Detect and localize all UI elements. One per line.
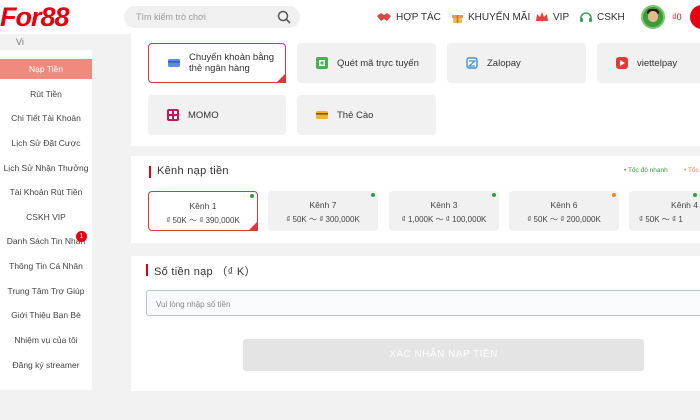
method-viettelpay[interactable]: viettelpay	[597, 43, 700, 83]
channel-name: Kênh 1	[189, 201, 217, 211]
account-sidebar: Nạp Tiền Rút Tiền Chi Tiết Tài Khoản Lịc…	[0, 50, 92, 390]
sidebar-item-deposit[interactable]: Nạp Tiền	[0, 59, 92, 79]
method-label: Quét mã trực tuyến	[337, 57, 419, 69]
sidebar-item-vip-support[interactable]: CSKH VIP	[0, 207, 92, 227]
confirm-deposit-button[interactable]: XÁC NHẬN NẠP TIỀN	[243, 339, 644, 371]
gift-icon	[452, 14, 463, 23]
method-label: MOMO	[188, 109, 219, 121]
channels-title: Kênh nạp tiền	[157, 165, 229, 177]
nav-partner-label: HỢP TÁC	[396, 11, 441, 23]
method-momo[interactable]: MOMO	[148, 95, 286, 135]
speed-dot	[612, 193, 616, 197]
nav-vip[interactable]: VIP	[535, 9, 569, 25]
sidebar-item-withdraw[interactable]: Rút Tiền	[0, 84, 92, 104]
speed-dot	[492, 193, 496, 197]
nav-support-label: CSKH	[597, 11, 625, 23]
channel-card-7[interactable]: Kênh 7 ₫ 50K ～ ₫ 300,000K	[268, 191, 378, 231]
speed-dot	[250, 194, 254, 198]
channel-name: Kênh 7	[309, 200, 337, 210]
method-qr-scan[interactable]: Quét mã trực tuyến	[297, 43, 436, 83]
method-label: Thẻ Cào	[337, 109, 374, 121]
handshake-icon	[377, 13, 391, 21]
method-bank-transfer[interactable]: Chuyển khoản bằng thẻ ngân hàng	[148, 43, 286, 83]
sidebar-item-account-details[interactable]: Chi Tiết Tài Khoản	[0, 108, 92, 128]
bank-card-icon	[168, 59, 180, 67]
qr-code-icon	[316, 57, 328, 69]
search-icon[interactable]	[277, 10, 291, 24]
sidebar-item-referral[interactable]: Giới Thiệu Bạn Bè	[0, 305, 92, 325]
deposit-shortcut-button[interactable]	[690, 5, 700, 29]
search-input[interactable]	[136, 9, 276, 25]
channel-card-4[interactable]: Kênh 4 ₫ 50K ～ ₫ 1	[629, 191, 700, 231]
method-label: Zalopay	[487, 57, 521, 69]
messages-badge: 1	[76, 231, 87, 242]
section-marker	[146, 264, 148, 276]
channel-range: ₫ 50K ～ ₫ 200,000K	[527, 215, 601, 224]
channel-card-3[interactable]: Kênh 3 ₫ 1,000K ～ ₫ 100,000K	[389, 191, 499, 231]
channel-card-1[interactable]: Kênh 1 ₫ 50K ～ ₫ 390,000K	[148, 191, 258, 231]
nav-support[interactable]: CSKH	[579, 9, 625, 25]
method-scratch-card[interactable]: Thẻ Cào	[297, 95, 436, 135]
legend-fast: • Tốc độ nhanh	[624, 167, 668, 174]
viettelpay-icon	[616, 57, 628, 69]
selected-corner	[248, 221, 258, 231]
crown-icon	[536, 12, 548, 21]
method-label: viettelpay	[637, 57, 678, 69]
balance-text: ₫0	[672, 12, 682, 22]
search-box	[124, 6, 300, 28]
channel-card-6[interactable]: Kênh 6 ₫ 50K ～ ₫ 200,000K	[509, 191, 619, 231]
method-zalopay[interactable]: Zalopay	[447, 43, 586, 83]
amount-input[interactable]	[156, 297, 456, 311]
momo-icon	[167, 109, 179, 121]
logo-text: For88	[0, 2, 70, 32]
section-marker	[149, 166, 151, 178]
user-avatar[interactable]	[641, 5, 665, 29]
sidebar-item-bet-history[interactable]: Lịch Sử Đặt Cược	[0, 133, 92, 153]
sidebar-item-withdraw-account[interactable]: Tài Khoản Rút Tiền	[0, 182, 92, 202]
selected-corner	[276, 73, 286, 83]
amount-title: Số tiền nạp （₫ K）	[154, 266, 256, 278]
nav-partner[interactable]: HỢP TÁC	[376, 9, 441, 25]
support-icon	[580, 11, 592, 22]
top-header: For88 Vi HỢP TÁC KHUYẾN MÃI VIP	[0, 0, 700, 47]
logo-sub: Vi	[16, 37, 24, 47]
sidebar-item-my-tasks[interactable]: Nhiệm vụ của tôi	[0, 330, 92, 350]
nav-promotion[interactable]: KHUYẾN MÃI	[451, 9, 530, 25]
sidebar-item-reward-history[interactable]: Lịch Sử Nhận Thưởng	[0, 158, 92, 178]
sidebar-item-profile[interactable]: Thông Tin Cá Nhân	[0, 256, 92, 276]
method-label: Chuyển khoản bằng thẻ ngân hàng	[189, 52, 275, 74]
channel-range: ₫ 50K ～ ₫ 300,000K	[286, 215, 360, 224]
channel-range: ₫ 50K ～ ₫ 1	[639, 215, 683, 224]
channel-name: Kênh 3	[430, 200, 458, 210]
channel-name: Kênh 6	[550, 200, 578, 210]
sidebar-item-help-center[interactable]: Trung Tâm Trợ Giúp	[0, 281, 92, 301]
channel-name: Kênh 4	[671, 200, 698, 210]
speed-dot	[371, 193, 375, 197]
nav-vip-label: VIP	[553, 11, 570, 23]
legend-other: • Tốc	[684, 167, 699, 174]
scratch-card-icon	[316, 111, 328, 119]
nav-promotion-label: KHUYẾN MÃI	[468, 11, 531, 23]
sidebar-item-messages[interactable]: Danh Sách Tin Nhắn 1	[0, 231, 92, 251]
channel-range: ₫ 50K ～ ₫ 390,000K	[166, 216, 240, 225]
amount-field-wrapper	[146, 290, 700, 316]
channel-range: ₫ 1,000K ～ ₫ 100,000K	[401, 215, 487, 224]
speed-dot	[693, 193, 697, 197]
zalopay-icon	[466, 57, 478, 69]
sidebar-item-streamer[interactable]: Đăng ký streamer	[0, 355, 92, 375]
